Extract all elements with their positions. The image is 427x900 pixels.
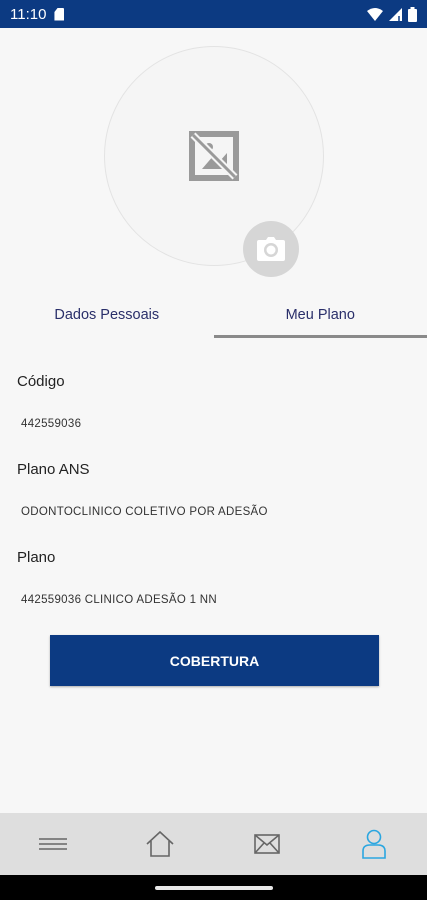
nav-profile[interactable] bbox=[344, 822, 404, 866]
nav-messages[interactable] bbox=[237, 822, 297, 866]
profile-icon bbox=[361, 829, 386, 859]
no-image-icon bbox=[189, 131, 239, 181]
bottom-navigation bbox=[0, 813, 427, 875]
home-icon bbox=[146, 831, 174, 857]
plano-ans-value: ODONTOCLINICO COLETIVO POR ADESÃO bbox=[21, 506, 268, 518]
signal-icon bbox=[389, 7, 402, 21]
camera-icon bbox=[257, 237, 285, 261]
nav-home[interactable] bbox=[130, 822, 190, 866]
cobertura-button[interactable]: COBERTURA bbox=[50, 635, 379, 686]
nav-menu[interactable] bbox=[23, 822, 83, 866]
gesture-handle[interactable] bbox=[155, 886, 273, 890]
tab-label: Meu Plano bbox=[285, 307, 355, 323]
profile-photo-area bbox=[104, 46, 324, 277]
tab-dados-pessoais[interactable]: Dados Pessoais bbox=[0, 290, 214, 340]
wifi-icon bbox=[367, 7, 383, 21]
status-bar: 11:10 bbox=[0, 0, 427, 28]
plano-ans-label: Plano ANS bbox=[17, 461, 90, 478]
status-right bbox=[367, 6, 417, 22]
menu-icon bbox=[39, 838, 68, 850]
battery-icon bbox=[408, 6, 417, 22]
codigo-label: Código bbox=[17, 373, 65, 390]
status-time: 11:10 bbox=[10, 5, 47, 23]
status-left: 11:10 bbox=[10, 5, 65, 23]
tab-label: Dados Pessoais bbox=[54, 307, 160, 323]
plano-label: Plano bbox=[17, 549, 56, 566]
plano-value: 442559036 CLINICO ADESÃO 1 NN bbox=[21, 594, 217, 606]
gesture-navigation-bar bbox=[0, 875, 427, 900]
tab-meu-plano[interactable]: Meu Plano bbox=[213, 290, 427, 340]
mail-icon bbox=[254, 834, 280, 854]
codigo-value: 442559036 bbox=[21, 418, 82, 430]
change-photo-button[interactable] bbox=[243, 221, 299, 277]
sim-card-icon bbox=[54, 7, 65, 21]
tab-bar: Dados Pessoais Meu Plano bbox=[0, 290, 427, 340]
